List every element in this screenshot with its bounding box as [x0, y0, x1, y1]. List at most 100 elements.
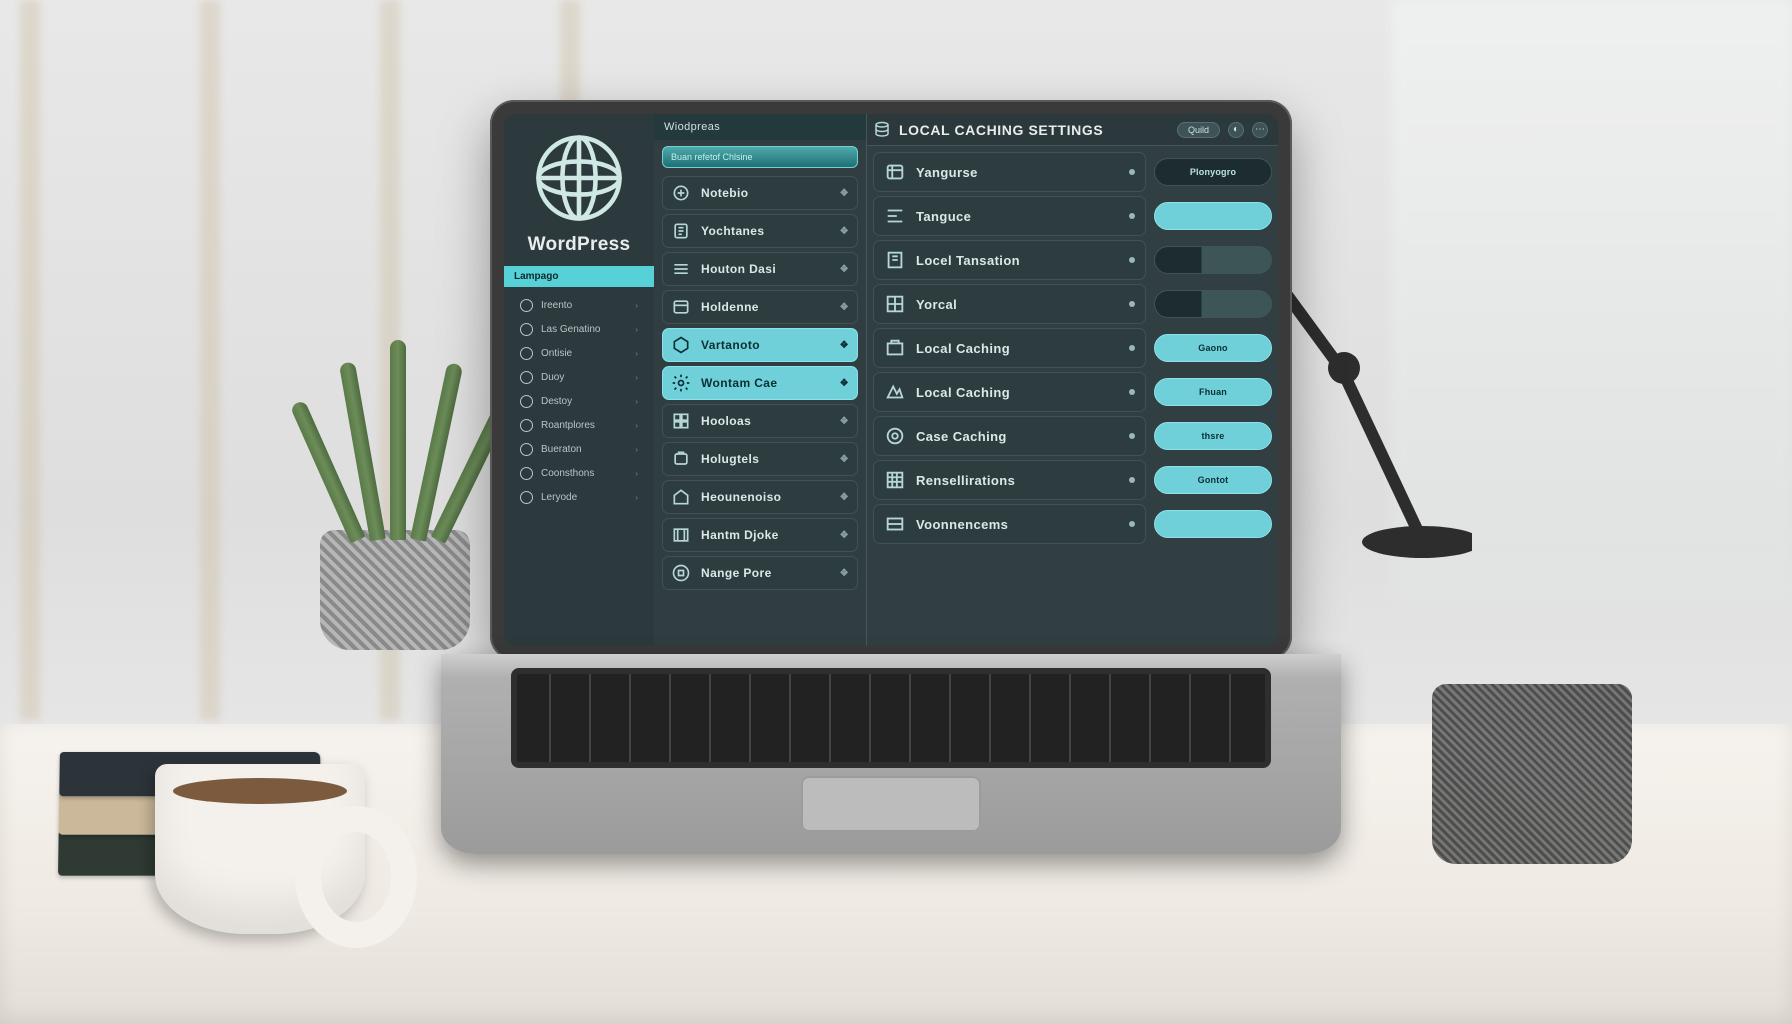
- menu-item[interactable]: Notebio❖: [662, 176, 858, 210]
- app-window: WordPress Lampago Ireento›Las Genatino›O…: [504, 114, 1278, 646]
- nav-item[interactable]: Coonsthons ›: [510, 462, 648, 485]
- chevron-right-icon: ›: [635, 301, 638, 310]
- nav-item-label: Duoy: [541, 372, 564, 383]
- setting-icon: [884, 205, 906, 227]
- setting-dot-icon: [1129, 521, 1135, 527]
- setting-label: Voonnencems: [873, 504, 1146, 544]
- setting-label: Tanguce: [873, 196, 1146, 236]
- setting-label: Rensellirations: [873, 460, 1146, 500]
- setting-control[interactable]: Gaono: [1154, 334, 1272, 362]
- header-pill[interactable]: Quild: [1177, 122, 1220, 138]
- setting-row: Local Caching Gaono: [873, 328, 1272, 368]
- menu-column: Wiodpreas Buan refetof Chlsine Notebio❖Y…: [654, 114, 866, 646]
- menu-item-icon: [671, 373, 691, 393]
- chevron-right-icon: ›: [635, 421, 638, 430]
- setting-control[interactable]: thsre: [1154, 422, 1272, 450]
- setting-label-text: Tanguce: [916, 209, 971, 224]
- setting-row: Yorcal: [873, 284, 1272, 324]
- setting-control[interactable]: [1154, 246, 1272, 274]
- setting-icon: [884, 293, 906, 315]
- pen-holder: [1432, 684, 1632, 864]
- nav-item-icon: [520, 443, 533, 456]
- setting-dot-icon: [1129, 213, 1135, 219]
- nav-list: Ireento›Las Genatino›Ontisie›Duoy›Destoy…: [504, 287, 654, 516]
- setting-label-text: Yorcal: [916, 297, 957, 312]
- coffee-mug: [155, 764, 365, 934]
- menu-item-label: Holugtels: [701, 452, 759, 466]
- chevron-icon: ❖: [840, 378, 849, 389]
- nav-item[interactable]: Las Genatino ›: [510, 318, 648, 341]
- setting-label-text: Local Caching: [916, 341, 1010, 356]
- menu-item-icon: [671, 487, 691, 507]
- menu-item[interactable]: Hantm Djoke❖: [662, 518, 858, 552]
- background-window: [1392, 0, 1792, 600]
- menu-item-icon: [671, 221, 691, 241]
- nav-item-label: Las Genatino: [541, 324, 601, 335]
- setting-dot-icon: [1129, 389, 1135, 395]
- setting-label: Yangurse: [873, 152, 1146, 192]
- search-input[interactable]: Buan refetof Chlsine: [662, 146, 858, 168]
- nav-item[interactable]: Leryode›: [510, 486, 648, 509]
- database-icon: [873, 121, 891, 139]
- menu-item[interactable]: Nange Pore❖: [662, 556, 858, 590]
- setting-control[interactable]: [1154, 202, 1272, 230]
- menu-item-icon: [671, 183, 691, 203]
- nav-item-icon: [520, 347, 533, 360]
- laptop-keyboard: [441, 654, 1341, 854]
- menu-item-label: Nange Pore: [701, 566, 772, 580]
- menu-item[interactable]: Yochtanes❖: [662, 214, 858, 248]
- setting-dot-icon: [1129, 477, 1135, 483]
- main-pane: LOCAL CACHING SETTINGS Quild ◐ ⋯ Yangurs…: [866, 114, 1278, 646]
- setting-label: Local Caching: [873, 372, 1146, 412]
- setting-control[interactable]: Gontot: [1154, 466, 1272, 494]
- setting-row: Yangurse Plonyogro: [873, 152, 1272, 192]
- chevron-right-icon: ›: [635, 397, 638, 406]
- menu-item-label: Holdenne: [701, 300, 759, 314]
- nav-item[interactable]: Bueraton›: [510, 438, 648, 461]
- setting-label-text: Voonnencems: [916, 517, 1008, 532]
- chevron-right-icon: ›: [635, 325, 638, 334]
- setting-icon: [884, 513, 906, 535]
- chevron-icon: ❖: [840, 302, 849, 313]
- menu-item-icon: [671, 411, 691, 431]
- nav-item[interactable]: Destoy›: [510, 390, 648, 413]
- nav-item[interactable]: Duoy ›: [510, 366, 648, 389]
- nav-item-label: Coonsthons: [541, 468, 594, 479]
- chevron-right-icon: ›: [635, 373, 638, 382]
- nav-item[interactable]: Ontisie›: [510, 342, 648, 365]
- menu-item[interactable]: Vartanoto❖: [662, 328, 858, 362]
- laptop-screen-shell: WordPress Lampago Ireento›Las Genatino›O…: [490, 100, 1292, 660]
- menu-item[interactable]: Hooloas❖: [662, 404, 858, 438]
- setting-row: Tanguce: [873, 196, 1272, 236]
- setting-dot-icon: [1129, 345, 1135, 351]
- setting-control[interactable]: [1154, 510, 1272, 538]
- setting-control[interactable]: [1154, 290, 1272, 318]
- nav-item[interactable]: Roantplores ›: [510, 414, 648, 437]
- menu-item[interactable]: Holugtels❖: [662, 442, 858, 476]
- menu-item[interactable]: Houton Dasi❖: [662, 252, 858, 286]
- setting-row: Rensellirations Gontot: [873, 460, 1272, 500]
- setting-row: Case Cachingthsre: [873, 416, 1272, 456]
- menu-item-icon: [671, 297, 691, 317]
- menu-item-label: Hantm Djoke: [701, 528, 779, 542]
- nav-item-label: Roantplores: [541, 420, 595, 431]
- menu-item-icon: [671, 259, 691, 279]
- chevron-right-icon: ›: [635, 349, 638, 358]
- nav-item-icon: [520, 299, 533, 312]
- menu-items: Notebio❖Yochtanes❖Houton Dasi❖Holdenne❖V…: [654, 172, 866, 594]
- menu-item[interactable]: Heounenoiso❖: [662, 480, 858, 514]
- chevron-icon: ❖: [840, 340, 849, 351]
- menu-item[interactable]: Holdenne ❖: [662, 290, 858, 324]
- brand-sidebar: WordPress Lampago Ireento›Las Genatino›O…: [504, 114, 654, 646]
- setting-control[interactable]: Fhuan: [1154, 378, 1272, 406]
- chevron-right-icon: ›: [635, 469, 638, 478]
- nav-item[interactable]: Ireento›: [510, 294, 648, 317]
- nav-active-item[interactable]: Lampago: [504, 266, 654, 287]
- page-title: LOCAL CACHING SETTINGS: [899, 122, 1103, 138]
- setting-control[interactable]: Plonyogro: [1154, 158, 1272, 186]
- header-settings-icon[interactable]: ⋯: [1252, 122, 1268, 138]
- menu-item[interactable]: Wontam Cae❖: [662, 366, 858, 400]
- setting-dot-icon: [1129, 257, 1135, 263]
- header-help-icon[interactable]: ◐: [1228, 122, 1244, 138]
- wordpress-globe-icon: [533, 132, 625, 224]
